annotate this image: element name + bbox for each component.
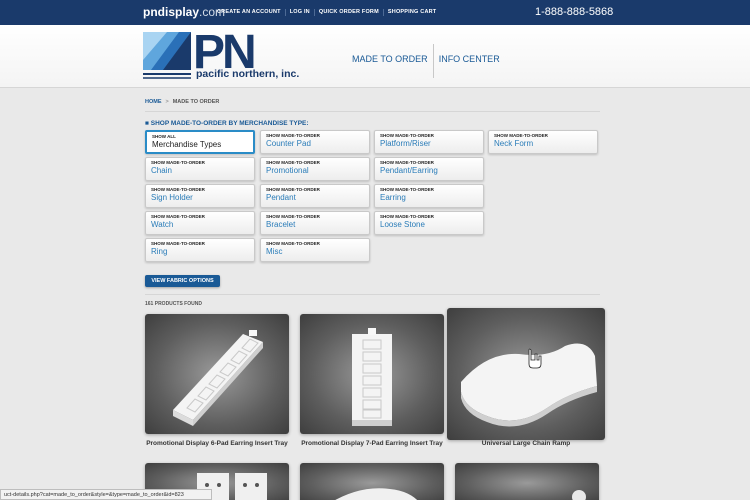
info-center-nav[interactable]: INFO CENTER xyxy=(434,46,505,78)
product-image[interactable] xyxy=(447,308,605,440)
merch-button-promotional[interactable]: SHOW MADE-TO-ORDER Promotional xyxy=(260,157,370,181)
merch-button-watch[interactable]: SHOW MADE-TO-ORDER Watch xyxy=(145,211,255,235)
merch-button-pendant[interactable]: SHOW MADE-TO-ORDER Pendant xyxy=(260,184,370,208)
merch-button-chain[interactable]: SHOW MADE-TO-ORDER Chain xyxy=(145,157,255,181)
merch-button-pendant-earring[interactable]: SHOW MADE-TO-ORDER Pendant/Earring xyxy=(374,157,484,181)
logo-stripes-icon xyxy=(143,32,191,79)
product-title[interactable]: Universal Large Chain Ramp xyxy=(447,440,605,447)
create-account-link[interactable]: CREATE AN ACCOUNT xyxy=(213,9,286,16)
status-bar-url: uct-details.php?cat=made_to_order&style=… xyxy=(0,489,212,500)
divider xyxy=(145,111,600,112)
view-fabric-options-button[interactable]: VIEW FABRIC OPTIONS xyxy=(145,275,220,287)
merch-button-earring[interactable]: SHOW MADE-TO-ORDER Earring xyxy=(374,184,484,208)
top-nav: CREATE AN ACCOUNT LOG IN QUICK ORDER FOR… xyxy=(213,9,440,16)
product-title[interactable]: Promotional Display 6-Pad Earring Insert… xyxy=(145,440,289,447)
merch-button-misc[interactable]: SHOW MADE-TO-ORDER Misc xyxy=(260,238,370,262)
products-found-count: 161 PRODUCTS FOUND xyxy=(145,301,202,307)
made-to-order-nav[interactable]: MADE TO ORDER xyxy=(347,46,433,78)
breadcrumb-separator-icon: > xyxy=(165,99,169,105)
merch-button-loose-stone[interactable]: SHOW MADE-TO-ORDER Loose Stone xyxy=(374,211,484,235)
merch-button-platform-riser[interactable]: SHOW MADE-TO-ORDER Platform/Riser xyxy=(374,130,484,154)
earring-tray-6-pad-image xyxy=(173,330,263,426)
product-image[interactable] xyxy=(455,463,599,500)
product-image[interactable] xyxy=(300,463,444,500)
merch-button-show-all[interactable]: SHOW ALL Merchandise Types xyxy=(145,130,255,154)
main-nav: MADE TO ORDER INFO CENTER xyxy=(347,44,505,78)
logo-subtitle: pacific northern, inc. xyxy=(196,68,300,80)
merch-button-counter-pad[interactable]: SHOW MADE-TO-ORDER Counter Pad xyxy=(260,130,370,154)
product-image[interactable] xyxy=(145,314,289,434)
divider xyxy=(145,294,600,295)
shopping-cart-link[interactable]: SHOPPING CART xyxy=(384,9,440,16)
top-bar: pndisplay.com CREATE AN ACCOUNT LOG IN Q… xyxy=(0,0,750,25)
breadcrumb-home[interactable]: HOME xyxy=(145,99,162,105)
site-header: PN pacific northern, inc. MADE TO ORDER … xyxy=(0,25,750,88)
section-title: ■ SHOP MADE-TO-ORDER BY MERCHANDISE TYPE… xyxy=(145,120,309,127)
display-base-image xyxy=(335,488,418,500)
merch-button-bracelet[interactable]: SHOW MADE-TO-ORDER Bracelet xyxy=(260,211,370,235)
breadcrumb-current: MADE TO ORDER xyxy=(172,99,220,105)
breadcrumb: HOME > MADE TO ORDER xyxy=(145,99,219,105)
merch-button-ring[interactable]: SHOW MADE-TO-ORDER Ring xyxy=(145,238,255,262)
hand-cursor-icon xyxy=(528,348,542,369)
product-title[interactable]: Promotional Display 7-Pad Earring Insert… xyxy=(300,440,444,447)
quick-order-form-link[interactable]: QUICK ORDER FORM xyxy=(315,9,384,16)
merch-button-neck-form[interactable]: SHOW MADE-TO-ORDER Neck Form xyxy=(488,130,598,154)
merch-button-sign-holder[interactable]: SHOW MADE-TO-ORDER Sign Holder xyxy=(145,184,255,208)
phone-number: 1-888-888-5868 xyxy=(535,6,614,18)
log-in-link[interactable]: LOG IN xyxy=(286,9,315,16)
ring-display-image xyxy=(572,490,586,500)
earring-tray-7-pad-image xyxy=(352,328,392,426)
product-image[interactable] xyxy=(300,314,444,434)
chain-ramp-image xyxy=(461,343,597,427)
